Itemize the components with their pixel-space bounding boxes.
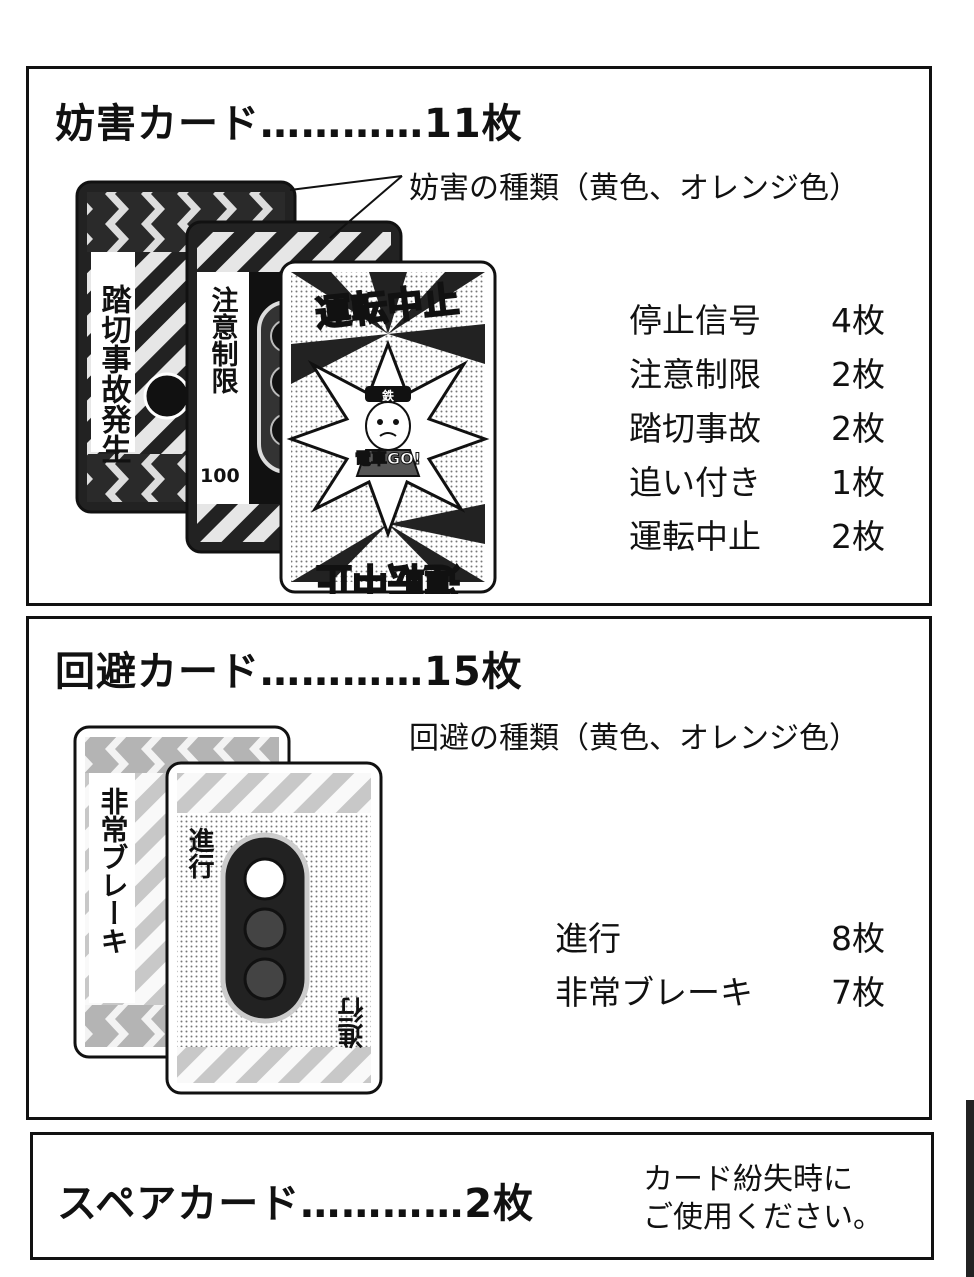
spare-card-note: カード紛失時に ご使用ください。 [643, 1161, 883, 1237]
emergency-brake-card-label: 非常ブレーキ [97, 787, 130, 955]
table-row: 非常ブレーキ 7枚 [555, 963, 885, 1017]
spare-card-panel: スペアカード…………2枚 カード紛失時に ご使用ください。 [30, 1132, 934, 1260]
page-edge-shadow [966, 1100, 974, 1277]
spare-note-line: カード紛失時に [643, 1162, 853, 1197]
spare-note-line: ご使用ください。 [643, 1200, 883, 1235]
proceed-card-top-label: 進行 [184, 827, 215, 879]
table-row: 進行 8枚 [555, 909, 885, 963]
proceed-card-bottom-label: 進行 [337, 997, 368, 1049]
item-name: 非常ブレーキ [555, 973, 753, 1012]
item-count: 7枚 [831, 973, 885, 1012]
item-count: 8枚 [831, 919, 885, 958]
item-name: 進行 [555, 919, 621, 958]
avoidance-card-panel: 回避カード…………15枚 回避の種類（黄色、オレンジ色） 非常ブレーキ 進行 進… [26, 616, 932, 1120]
avoidance-count-table: 進行 8枚 非常ブレーキ 7枚 [555, 909, 885, 1017]
avoidance-card-illustration: 非常ブレーキ 進行 進行 [73, 725, 383, 1095]
avoidance-card-title: 回避カード…………15枚 [55, 649, 523, 695]
proceed-card: 進行 進行 [165, 761, 383, 1095]
avoidance-type-callout: 回避の種類（黄色、オレンジ色） [409, 721, 859, 756]
spare-card-title: スペアカード…………2枚 [57, 1181, 535, 1227]
